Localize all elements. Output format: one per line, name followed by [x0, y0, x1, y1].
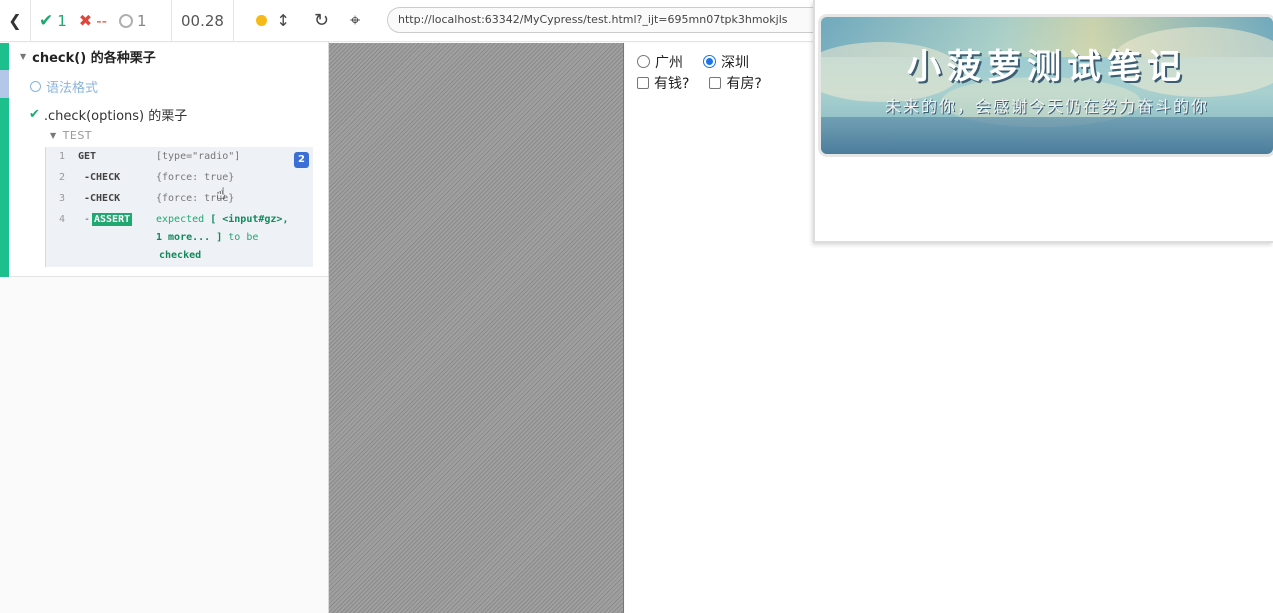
command-number: 1: [59, 151, 66, 162]
checkbox-label: 有钱?: [654, 75, 690, 92]
test-title: 语法格式: [46, 81, 99, 96]
radio-guangzhou[interactable]: [637, 55, 650, 68]
command-message: {force: true}: [156, 172, 235, 183]
element-count-badge: 2: [294, 152, 309, 168]
command-name: -CHECK: [84, 193, 121, 204]
caret-down-icon: ▼: [20, 52, 27, 61]
aut-header: ⌖ http://localhost:63342/MyCypress/test.…: [329, 0, 827, 42]
command-number: 2: [59, 172, 66, 183]
failed-stat[interactable]: ✖ --: [79, 11, 107, 30]
test-item-pending[interactable]: 语法格式: [30, 77, 98, 96]
aut-viewport-padding: [329, 43, 624, 613]
assert-expected: checked: [159, 250, 202, 261]
test-item-passed[interactable]: ✔ .check(options) 的栗子: [29, 105, 187, 124]
check-icon: ✔: [39, 10, 54, 31]
stats-bar: ✔ 1 ✖ -- 1: [31, 0, 172, 42]
assert-text: expected: [156, 214, 205, 225]
command-number: 4: [59, 214, 66, 225]
command-name: GET: [78, 151, 97, 162]
passed-stat[interactable]: ✔ 1: [39, 11, 67, 31]
url-bar[interactable]: http://localhost:63342/MyCypress/test.ht…: [387, 7, 827, 33]
checkbox-label: 有房?: [726, 75, 762, 92]
test-form: 广州 深圳 有钱? 有房?: [637, 51, 762, 93]
reporter-header: ❮ ✔ 1 ✖ -- 1 00.28 ↕ ↻: [0, 0, 329, 42]
command-name: -CHECK: [84, 172, 121, 183]
test-title: .check(options) 的栗子: [43, 109, 188, 124]
banner-title: 小菠萝测试笔记: [907, 47, 1187, 87]
banner-subtitle: 未来的你，会感谢今天仍在努力奋斗的你: [884, 97, 1209, 116]
selector-playground-icon[interactable]: ⌖: [350, 10, 360, 31]
test-body-header[interactable]: ▼ TEST: [50, 129, 92, 142]
command-dash: -: [84, 214, 91, 225]
reporter-panel: ❮ ✔ 1 ✖ -- 1 00.28 ↕ ↻ ▼ check() 的各种栗子 语…: [0, 0, 329, 613]
command-number: 3: [59, 193, 66, 204]
test-label: TEST: [62, 129, 93, 142]
running-indicator-icon: [256, 15, 267, 26]
radio-label: 广州: [655, 54, 683, 71]
restart-icon[interactable]: ↻: [314, 10, 329, 31]
command-message: expected [ <input#gz>,: [156, 214, 288, 225]
assert-subject-more: 1 more... ]: [156, 232, 223, 243]
check-icon: ✔: [29, 107, 40, 122]
pending-stat[interactable]: 1: [119, 12, 147, 30]
checkbox-house[interactable]: [709, 76, 722, 89]
passed-count: 1: [57, 11, 67, 30]
x-icon: ✖: [78, 11, 93, 30]
command-log: 1 GET [type="radio"] 2 2 -CHECK {force: …: [45, 147, 313, 267]
caret-down-icon: ▼: [50, 131, 57, 140]
assert-text: to be: [228, 232, 259, 243]
checkbox-money[interactable]: [637, 76, 649, 89]
pending-circle-icon: [119, 13, 134, 28]
chevron-left-icon: ❮: [8, 11, 22, 30]
command-message-cont: 1 more... ] to be: [156, 232, 258, 243]
checkbox-row: 有钱? 有房?: [637, 72, 762, 93]
suite-title-row[interactable]: ▼ check() 的各种栗子: [20, 47, 156, 66]
test-status-highlight: [0, 70, 9, 98]
command-message: [type="radio"]: [156, 151, 241, 162]
command-name: ASSERT: [92, 213, 133, 226]
radio-label: 深圳: [721, 54, 749, 71]
cypress-runner: ❮ ✔ 1 ✖ -- 1 00.28 ↕ ↻ ▼ check() 的各种栗子 语…: [0, 0, 1273, 613]
pending-count: 1: [137, 11, 147, 30]
failed-count: --: [96, 11, 108, 30]
banner-image: 小菠萝测试笔记 未来的你，会感谢今天仍在努力奋斗的你: [821, 17, 1273, 154]
command-message-cont: checked: [159, 250, 201, 261]
back-button[interactable]: ❮: [0, 0, 31, 42]
radio-shenzhen[interactable]: [703, 55, 716, 68]
pending-circle-icon: [30, 81, 41, 92]
radio-row: 广州 深圳: [637, 51, 762, 72]
hand-cursor-icon: ☝: [216, 184, 226, 203]
assert-tag: ASSERT: [92, 213, 133, 226]
suite-title: check() 的各种栗子: [32, 51, 156, 66]
duration: 00.28: [172, 0, 234, 42]
controls: ↕ ↻: [234, 0, 329, 42]
banner-popup: 小菠萝测试笔记 未来的你，会感谢今天仍在努力奋斗的你: [813, 0, 1273, 243]
assert-subject: [ <input#gz>,: [210, 214, 289, 225]
suite: ▼ check() 的各种栗子 语法格式 ✔ .check(options) 的…: [0, 43, 328, 277]
auto-scroll-toggle-icon[interactable]: ↕: [277, 11, 290, 30]
